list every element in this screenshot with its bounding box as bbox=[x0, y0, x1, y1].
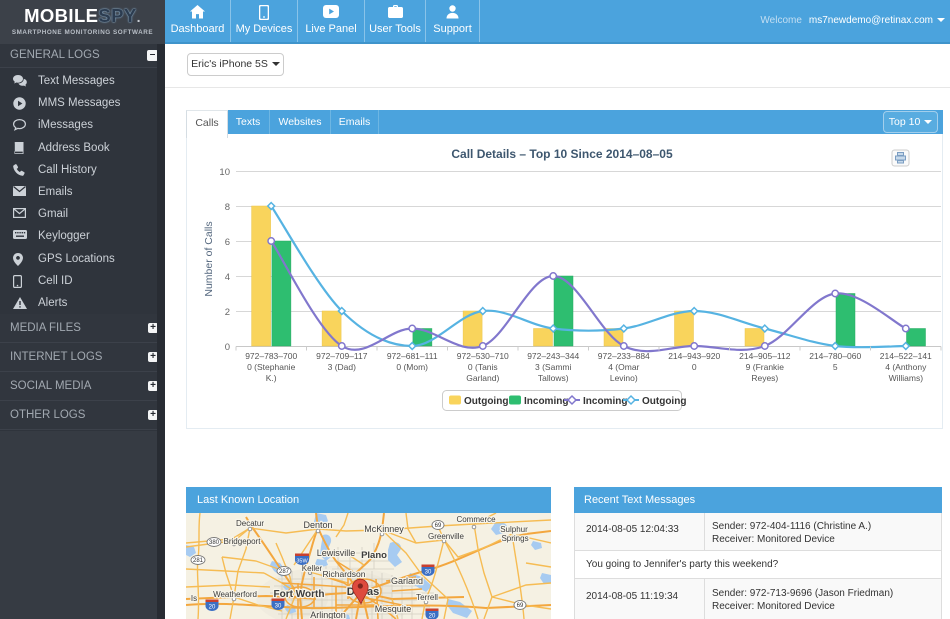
svg-text:10: 10 bbox=[219, 167, 230, 178]
svg-text:Terrell: Terrell bbox=[416, 593, 438, 602]
svg-text:Is: Is bbox=[191, 594, 197, 603]
svg-text:2: 2 bbox=[225, 307, 230, 318]
svg-text:Sulphur: Sulphur bbox=[500, 525, 528, 534]
svg-text:972–783–700: 972–783–700 bbox=[245, 351, 297, 361]
svg-text:69: 69 bbox=[435, 523, 442, 529]
svg-text:35W: 35W bbox=[296, 559, 308, 565]
svg-text:Lewisville: Lewisville bbox=[317, 548, 356, 558]
svg-text:4 (Omar: 4 (Omar bbox=[608, 362, 639, 372]
svg-text:Keller: Keller bbox=[302, 564, 323, 573]
svg-text:20: 20 bbox=[209, 605, 216, 611]
svg-text:214–522–141: 214–522–141 bbox=[880, 351, 932, 361]
svg-text:Call Details – Top 10 Since 20: Call Details – Top 10 Since 2014–08–05 bbox=[451, 147, 673, 161]
svg-text:Arlington: Arlington bbox=[310, 610, 346, 619]
svg-text:0 (Mom): 0 (Mom) bbox=[396, 362, 428, 372]
svg-text:972–233–884: 972–233–884 bbox=[598, 351, 650, 361]
svg-text:Garland: Garland bbox=[391, 576, 423, 586]
svg-text:380: 380 bbox=[209, 540, 220, 546]
svg-text:Commerce: Commerce bbox=[456, 515, 496, 524]
svg-text:Denton: Denton bbox=[303, 520, 332, 530]
svg-text:Bridgeport: Bridgeport bbox=[224, 537, 262, 546]
svg-text:3 (Sammi: 3 (Sammi bbox=[535, 362, 571, 372]
svg-text:20: 20 bbox=[429, 614, 436, 619]
svg-text:5: 5 bbox=[833, 362, 838, 372]
svg-text:6: 6 bbox=[225, 237, 230, 248]
svg-text:281: 281 bbox=[193, 558, 204, 564]
svg-text:Richardson: Richardson bbox=[323, 569, 366, 579]
svg-text:214–780–060: 214–780–060 bbox=[809, 351, 861, 361]
svg-text:Mesquite: Mesquite bbox=[375, 604, 412, 614]
svg-text:69: 69 bbox=[517, 603, 524, 609]
svg-text:Weatherford: Weatherford bbox=[213, 590, 257, 599]
svg-text:972–243–344: 972–243–344 bbox=[527, 351, 579, 361]
svg-text:972–530–710: 972–530–710 bbox=[457, 351, 509, 361]
svg-text:Outgoing: Outgoing bbox=[464, 396, 508, 407]
svg-text:Garland): Garland) bbox=[466, 373, 499, 383]
svg-text:0 (Tanis: 0 (Tanis bbox=[468, 362, 498, 372]
svg-text:214–905–112: 214–905–112 bbox=[739, 351, 791, 361]
svg-text:Fort Worth: Fort Worth bbox=[274, 589, 325, 600]
svg-text:4 (Anthony: 4 (Anthony bbox=[885, 362, 927, 372]
svg-text:Incoming: Incoming bbox=[583, 396, 627, 407]
svg-text:214–943–920: 214–943–920 bbox=[668, 351, 720, 361]
svg-text:287: 287 bbox=[279, 569, 290, 575]
svg-text:4: 4 bbox=[225, 272, 230, 283]
svg-text:Greenville: Greenville bbox=[428, 532, 465, 541]
svg-text:8: 8 bbox=[225, 202, 230, 213]
svg-text:0 (Stephanie: 0 (Stephanie bbox=[247, 362, 295, 372]
svg-text:Outgoing: Outgoing bbox=[642, 396, 686, 407]
svg-text:K.): K.) bbox=[266, 373, 277, 383]
svg-text:0: 0 bbox=[225, 342, 230, 353]
svg-text:30: 30 bbox=[275, 604, 282, 610]
svg-text:Williams): Williams) bbox=[889, 373, 924, 383]
svg-text:30: 30 bbox=[425, 570, 432, 576]
svg-text:972–709–117: 972–709–117 bbox=[316, 351, 368, 361]
svg-text:Incoming: Incoming bbox=[524, 396, 568, 407]
svg-text:Reyes): Reyes) bbox=[751, 373, 778, 383]
svg-text:Decatur: Decatur bbox=[236, 519, 264, 528]
svg-text:Levino): Levino) bbox=[610, 373, 638, 383]
svg-text:Number of Calls: Number of Calls bbox=[203, 221, 215, 296]
svg-text:Tallows): Tallows) bbox=[538, 373, 569, 383]
svg-text:9 (Frankie: 9 (Frankie bbox=[746, 362, 785, 372]
svg-text:McKinney: McKinney bbox=[364, 524, 404, 534]
svg-text:Plano: Plano bbox=[361, 550, 387, 561]
svg-text:Springs: Springs bbox=[501, 534, 528, 543]
svg-text:3 (Dad): 3 (Dad) bbox=[328, 362, 357, 372]
svg-text:972–681–111: 972–681–111 bbox=[387, 351, 438, 361]
svg-text:0: 0 bbox=[692, 362, 697, 372]
